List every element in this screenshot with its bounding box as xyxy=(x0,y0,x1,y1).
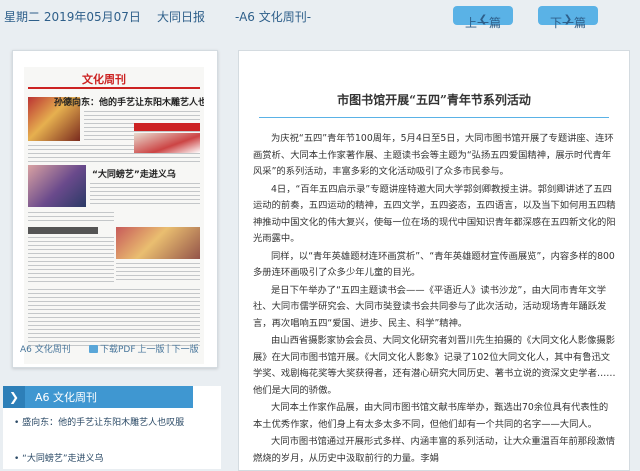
prev-article-button[interactable]: ❮ 上一篇 xyxy=(453,6,513,30)
page-thumbnail[interactable]: 文化周刊 孙德向东：他的手艺让东阳木雕艺人也叹服 “大同螃艺”走进义乌 xyxy=(24,67,204,364)
next-article-button[interactable]: 下一篇 ❯ xyxy=(538,6,598,30)
article-paragraph: 由山西省摄影家协会会员、大同文化研究者刘晋川先生拍摄的《大同文化人影像摄影展》在… xyxy=(253,335,616,396)
article-paragraph: 为庆祝“五四”青年节100周年，5月4日至5日，大同市图书馆开展了专题讲座、连环… xyxy=(253,133,614,177)
page-preview-card: 文化周刊 孙德向东：他的手艺让东阳木雕艺人也叹服 “大同螃艺”走进义乌 A6 文… xyxy=(12,50,218,368)
article-body: 为庆祝“五四”青年节100周年，5月4日至5日，大同市图书馆开展了专题讲座、连环… xyxy=(253,131,617,468)
list-item[interactable]: • 盛向东：他的手艺让东阳木雕艺人也叹服 xyxy=(14,417,194,430)
download-pdf-link[interactable]: 下载PDF xyxy=(100,342,136,355)
article-paragraph: 大同本土作家作品展，由大同市图书馆文献书库举办，甄选出70余位具有代表性的本土优… xyxy=(253,402,609,430)
article-paragraph: 是日下午举办了“五四主题读书会——《平语近人》读书沙龙”，由大同市青年文学社、大… xyxy=(253,284,607,329)
thumb-photo xyxy=(116,227,200,259)
article-paragraph: 大同市图书馆通过开展形式多样、内涵丰富的系列活动，让大众重温百年前那段激情燃烧的… xyxy=(253,436,615,464)
chevron-right-icon: ❯ xyxy=(563,14,573,25)
thumb-photo xyxy=(28,165,86,207)
article-paragraph: 4日，“百年五四启示录”专题讲座特邀大同大学郭剑卿教授主讲。郭剑卿讲述了五四运动… xyxy=(253,183,616,245)
section-title: A6 文化周刊 xyxy=(35,391,98,404)
preview-footer: A6 文化周刊 下载PDF 上一版 | 下一版 xyxy=(20,342,199,356)
top-bar: 星期二 2019年05月07日 大同日报 -A6 文化周刊- ❮ 上一篇 下一篇… xyxy=(0,0,640,32)
thumb-headline-2: “大同螃艺”走进义乌 xyxy=(92,170,176,180)
issue-date: 星期二 2019年05月07日 xyxy=(4,10,141,24)
section-header[interactable]: ❯ A6 文化周刊 xyxy=(3,386,193,408)
article-title: 市图书馆开展“五四”青年节系列活动 xyxy=(337,93,531,107)
prev-edition-link[interactable]: 上一版 xyxy=(138,342,165,355)
article-panel: 市图书馆开展“五四”青年节系列活动 为庆祝“五四”青年节100周年，5月4日至5… xyxy=(238,50,630,471)
edition-label: A6 文化周刊 xyxy=(20,345,71,355)
newspaper-name: 大同日报 xyxy=(157,10,206,24)
article-paragraph: 同样，以“青年英雄题材连环画赏析”、“青年英雄题材宣传画展览”，内容多样的800… xyxy=(253,250,615,279)
thumb-photo xyxy=(134,133,200,153)
next-edition-link[interactable]: 下一版 xyxy=(172,342,199,355)
edition-name: -A6 文化周刊- xyxy=(235,10,312,24)
chevron-right-icon: ❯ xyxy=(3,386,25,408)
title-divider xyxy=(259,117,609,118)
pdf-download-icon xyxy=(89,344,98,353)
thumb-masthead: 文化周刊 xyxy=(24,67,204,91)
list-item[interactable]: • “大同螃艺”走进义乌 xyxy=(14,453,104,466)
thumb-headline-1: 孙德向东：他的手艺让东阳木雕艺人也叹服 xyxy=(54,98,204,108)
section-article-list: ❯ A6 文化周刊 • 盛向东：他的手艺让东阳木雕艺人也叹服 • “大同螃艺”走… xyxy=(3,386,221,469)
